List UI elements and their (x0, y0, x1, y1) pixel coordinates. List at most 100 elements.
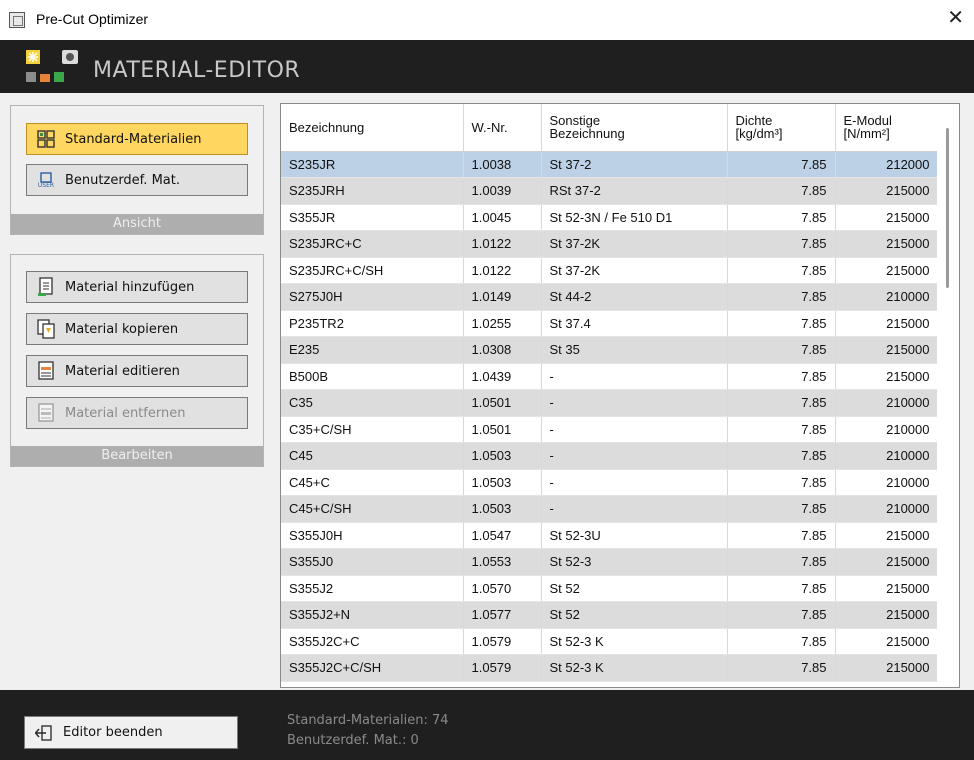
cell-dichte: 7.85 (727, 151, 836, 178)
cell-sonstige: RSt 37-2 (541, 177, 728, 205)
copy-material-label: Material kopieren (65, 321, 179, 337)
cell-emodul: 215000 (835, 654, 939, 682)
cell-bezeichnung: S355J0 (281, 548, 464, 576)
cell-wnr: 1.0579 (463, 654, 542, 682)
remove-material-label: Material entfernen (65, 405, 186, 421)
cell-emodul: 210000 (835, 469, 939, 496)
title-bar: Pre-Cut Optimizer ✕ (0, 0, 974, 40)
cell-bezeichnung: P235TR2 (281, 310, 464, 337)
edit-material-label: Material editieren (65, 363, 180, 379)
table-row[interactable]: S355J0H 1.0547 St 52-3U 7.85 215000 (281, 522, 939, 549)
cell-emodul: 215000 (835, 177, 939, 205)
table-row[interactable]: P235TR2 1.0255 St 37.4 7.85 215000 (281, 310, 939, 337)
vertical-scrollbar[interactable] (937, 104, 959, 687)
table-row[interactable]: S235JR 1.0038 St 37-2 7.85 212000 (281, 151, 939, 178)
status-standard-count: Standard-Materialien: 74 (287, 713, 449, 728)
close-icon[interactable]: ✕ (947, 8, 964, 28)
scrollbar-thumb[interactable] (946, 128, 949, 288)
cell-emodul: 215000 (835, 230, 939, 258)
user-materials-label: Benutzerdef. Mat. (65, 172, 180, 188)
table-row[interactable]: C45 1.0503-7.85 210000 (281, 442, 939, 470)
cell-sonstige: St 44-2 (541, 283, 728, 311)
cell-emodul: 215000 (835, 601, 939, 629)
cell-wnr: 1.0503 (463, 442, 542, 470)
edit-material-button[interactable]: Material editieren (26, 355, 248, 387)
cell-dichte: 7.85 (727, 283, 836, 311)
table-row[interactable]: S355J2+N 1.0577 St 52 7.85 215000 (281, 601, 939, 629)
cell-emodul: 210000 (835, 495, 939, 523)
cell-emodul: 215000 (835, 522, 939, 549)
cell-sonstige: St 37-2 (541, 151, 728, 178)
cell-dichte: 7.85 (727, 654, 836, 682)
copy-material-button[interactable]: Material kopieren (26, 313, 248, 345)
exit-editor-button[interactable]: Editor beenden (24, 716, 238, 749)
app-icon (9, 12, 25, 28)
window-title: Pre-Cut Optimizer (36, 11, 149, 27)
cell-emodul: 212000 (835, 151, 939, 178)
table-row[interactable]: S235JRC+C/SH 1.0122 St 37-2K 7.85 215000 (281, 257, 939, 284)
cell-wnr: 1.0577 (463, 601, 542, 629)
cell-dichte: 7.85 (727, 575, 836, 602)
cell-emodul: 210000 (835, 389, 939, 417)
cell-dichte: 7.85 (727, 230, 836, 258)
table-row[interactable]: C35+C/SH 1.0501-7.85 210000 (281, 416, 939, 443)
cell-wnr: 1.0038 (463, 151, 542, 178)
column-header-sonstige[interactable]: Sonstige Bezeichnung (541, 104, 728, 152)
table-row[interactable]: C45+C/SH 1.0503-7.85 210000 (281, 495, 939, 523)
cell-sonstige: St 52-3 K (541, 654, 728, 682)
cell-wnr: 1.0122 (463, 257, 542, 284)
cell-wnr: 1.0570 (463, 575, 542, 602)
edit-document-icon (35, 360, 57, 382)
cell-emodul: 210000 (835, 442, 939, 470)
table-row[interactable]: C45+C 1.0503-7.85 210000 (281, 469, 939, 496)
standard-materials-button[interactable]: Standard-Materialien (26, 123, 248, 155)
cell-sonstige: - (541, 495, 728, 523)
table-row[interactable]: S355J2C+C 1.0579 St 52-3 K 7.85 215000 (281, 628, 939, 655)
table-row[interactable]: S355JR 1.0045 St 52-3N / Fe 510 D1 7.85 2150… (281, 204, 939, 231)
add-document-icon (35, 276, 57, 298)
table-row[interactable]: B500B 1.0439-7.85 215000 (281, 363, 939, 390)
cell-dichte: 7.85 (727, 177, 836, 205)
table-row[interactable]: S235JRH 1.0039 RSt 37-2 7.85 215000 (281, 177, 939, 205)
table-row[interactable]: S235JRC+C 1.0122 St 37-2K 7.85 215000 (281, 230, 939, 258)
cell-sonstige: St 52-3U (541, 522, 728, 549)
table-row[interactable]: S355J0 1.0553 St 52-3 7.85 215000 (281, 548, 939, 576)
table-row[interactable]: C35 1.0501-7.85 210000 (281, 389, 939, 417)
table-row[interactable]: S275J0H 1.0149 St 44-2 7.85 210000 (281, 283, 939, 311)
cell-wnr: 1.0045 (463, 204, 542, 231)
exit-editor-label: Editor beenden (63, 725, 163, 740)
user-icon-text: USER (37, 181, 55, 189)
cell-emodul: 215000 (835, 310, 939, 337)
cell-wnr: 1.0547 (463, 522, 542, 549)
cell-wnr: 1.0439 (463, 363, 542, 390)
grid-icon (35, 128, 57, 150)
cell-bezeichnung: S235JRC+C (281, 230, 464, 258)
table-row[interactable]: S355J2C+C/SH 1.0579 St 52-3 K 7.85 215000 (281, 654, 939, 682)
add-material-button[interactable]: Material hinzufügen (26, 271, 248, 303)
remove-document-icon (35, 402, 57, 424)
cell-emodul: 210000 (835, 283, 939, 311)
column-header-bezeichnung[interactable]: Bezeichnung (281, 104, 464, 152)
table-row[interactable]: E235 1.0308 St 35 7.85 215000 (281, 336, 939, 364)
cell-bezeichnung: S355J2C+C/SH (281, 654, 464, 682)
cell-emodul: 210000 (835, 416, 939, 443)
column-header-emodul[interactable]: E-Modul [N/mm²] (835, 104, 939, 152)
exit-icon (34, 724, 53, 742)
table-row[interactable]: S355J2 1.0570 St 52 7.85 215000 (281, 575, 939, 602)
cell-dichte: 7.85 (727, 389, 836, 417)
remove-material-button[interactable]: Material entfernen (26, 397, 248, 429)
user-materials-button[interactable]: USER Benutzerdef. Mat. (26, 164, 248, 196)
cell-wnr: 1.0503 (463, 469, 542, 496)
column-header-wnr[interactable]: W.-Nr. (463, 104, 542, 152)
cell-dichte: 7.85 (727, 204, 836, 231)
cell-bezeichnung: C35 (281, 389, 464, 417)
material-editor-window: Pre-Cut Optimizer ✕ MATERIAL-EDITOR Ansi… (0, 0, 974, 760)
cell-sonstige: St 52-3 (541, 548, 728, 576)
cell-emodul: 215000 (835, 575, 939, 602)
cell-sonstige: St 52-3 K (541, 628, 728, 655)
cell-sonstige: St 37-2K (541, 230, 728, 258)
materials-table: Bezeichnung W.-Nr. Sonstige Bezeichnung D… (281, 104, 939, 682)
material-editor-logo-icon (26, 50, 78, 82)
table-header-row: Bezeichnung W.-Nr. Sonstige Bezeichnung D… (281, 104, 939, 152)
column-header-dichte[interactable]: Dichte [kg/dm³] (727, 104, 836, 152)
